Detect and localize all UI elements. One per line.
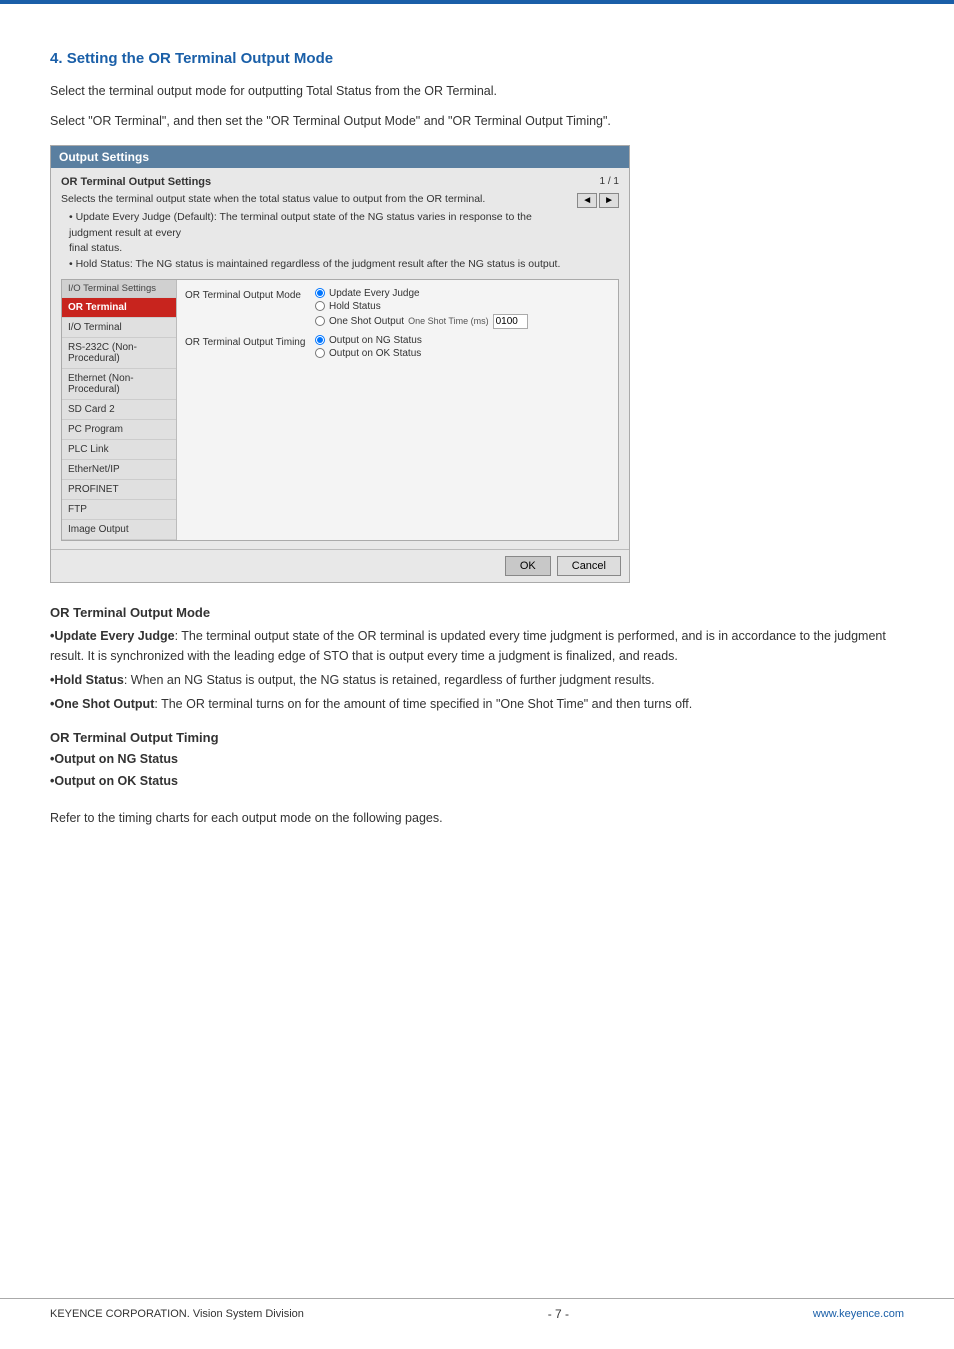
sidebar-item-rs232c[interactable]: RS-232C (Non-Procedural) (62, 338, 176, 369)
section-title: 4. Setting the OR Terminal Output Mode (50, 50, 904, 67)
timing-option-ng[interactable]: Output on NG Status (315, 335, 422, 346)
timing-label-ok: Output on OK Status (329, 348, 421, 359)
one-shot-input[interactable] (493, 314, 528, 329)
intro-text-1: Select the terminal output mode for outp… (50, 81, 904, 101)
dialog-header-left: OR Terminal Output Settings Selects the … (61, 176, 569, 273)
sidebar-item-sd-card[interactable]: SD Card 2 (62, 400, 176, 420)
mode-body-title: OR Terminal Output Mode (50, 605, 904, 620)
bullet-hold-bold: •Hold Status (50, 673, 124, 687)
next-page-button[interactable]: ► (599, 193, 619, 208)
timing-item-ok: •Output on OK Status (50, 771, 904, 792)
bullet-update-bold: •Update Every Judge (50, 629, 175, 643)
dialog-desc-bullet1b: final status. (61, 241, 569, 257)
one-shot-inline: One Shot Output One Shot Time (ms) (329, 314, 528, 329)
mode-label-oneshot: One Shot Output (329, 316, 404, 327)
timing-item-ng: •Output on NG Status (50, 749, 904, 770)
page-counter: 1 / 1 (600, 176, 619, 187)
bullet-oneshot-bold: •One Shot Output (50, 697, 154, 711)
bullet-oneshot-rest: : The OR terminal turns on for the amoun… (154, 697, 692, 711)
timing-radio-ng[interactable] (315, 335, 325, 345)
sidebar-item-io-terminal[interactable]: I/O Terminal (62, 318, 176, 338)
dialog-desc-bullet2: • Hold Status: The NG status is maintain… (61, 257, 569, 273)
mode-body-section: OR Terminal Output Mode •Update Every Ju… (50, 605, 904, 715)
timing-radio-ok[interactable] (315, 348, 325, 358)
ok-button[interactable]: OK (505, 556, 551, 576)
footer-center: - 7 - (548, 1307, 569, 1321)
dialog-desc-line1: Selects the terminal output state when t… (61, 192, 569, 208)
sidebar-item-ethernet[interactable]: Ethernet (Non-Procedural) (62, 369, 176, 400)
section-title-text: Setting the OR Terminal Output Mode (67, 50, 333, 67)
footer-right: www.keyence.com (813, 1308, 904, 1320)
dialog-title-bar: Output Settings (51, 146, 629, 168)
cancel-button[interactable]: Cancel (557, 556, 621, 576)
bullet-oneshot: •One Shot Output: The OR terminal turns … (50, 694, 904, 715)
mode-radio-oneshot[interactable] (315, 316, 325, 326)
dialog-body: OR Terminal Output Settings Selects the … (51, 168, 629, 549)
mode-option-update[interactable]: Update Every Judge (315, 288, 528, 299)
mode-radio-update[interactable] (315, 288, 325, 298)
dialog-header-right: 1 / 1 ◄ ► (569, 176, 619, 208)
top-bar (0, 0, 954, 4)
settings-panel: I/O Terminal Settings OR Terminal I/O Te… (61, 279, 619, 541)
mode-label: OR Terminal Output Mode (185, 288, 315, 301)
dialog-desc-bullet1: • Update Every Judge (Default): The term… (61, 210, 569, 242)
page: 4. Setting the OR Terminal Output Mode S… (0, 0, 954, 1349)
page-footer: KEYENCE CORPORATION. Vision System Divis… (0, 1298, 954, 1329)
settings-sidebar: I/O Terminal Settings OR Terminal I/O Te… (62, 280, 177, 540)
mode-setting-row: OR Terminal Output Mode Update Every Jud… (185, 288, 610, 329)
bullet-hold: •Hold Status: When an NG Status is outpu… (50, 670, 904, 691)
dialog-footer: OK Cancel (51, 549, 629, 582)
settings-content: OR Terminal Output Mode Update Every Jud… (177, 280, 618, 540)
sidebar-item-or-terminal[interactable]: OR Terminal (62, 298, 176, 318)
refer-text: Refer to the timing charts for each outp… (50, 808, 904, 829)
mode-label-update: Update Every Judge (329, 288, 420, 299)
timing-body-title: OR Terminal Output Timing (50, 730, 904, 745)
footer-left: KEYENCE CORPORATION. Vision System Divis… (50, 1308, 304, 1320)
dialog-subtitle: OR Terminal Output Settings (61, 176, 569, 188)
output-settings-dialog: Output Settings OR Terminal Output Setti… (50, 145, 630, 583)
timing-body-section: OR Terminal Output Timing •Output on NG … (50, 730, 904, 792)
sidebar-item-profinet[interactable]: PROFINET (62, 480, 176, 500)
mode-option-hold[interactable]: Hold Status (315, 301, 528, 312)
bullet-update: •Update Every Judge: The terminal output… (50, 626, 904, 667)
mode-option-oneshot[interactable]: One Shot Output One Shot Time (ms) (315, 314, 528, 329)
timing-options: Output on NG Status Output on OK Status (315, 335, 422, 359)
mode-radio-hold[interactable] (315, 301, 325, 311)
page-nav[interactable]: ◄ ► (577, 193, 619, 208)
sidebar-item-ftp[interactable]: FTP (62, 500, 176, 520)
bullet-update-rest: : The terminal output state of the OR te… (50, 629, 886, 664)
mode-options: Update Every Judge Hold Status One Sh (315, 288, 528, 329)
intro-text-2: Select "OR Terminal", and then set the "… (50, 111, 904, 131)
one-shot-time-label: One Shot Time (ms) (408, 316, 489, 326)
dialog-title: Output Settings (59, 150, 149, 164)
prev-page-button[interactable]: ◄ (577, 193, 597, 208)
timing-label: OR Terminal Output Timing (185, 335, 315, 348)
section-number: 4. (50, 50, 63, 67)
mode-label-hold: Hold Status (329, 301, 381, 312)
sidebar-subheader: I/O Terminal Settings (62, 280, 176, 298)
timing-setting-row: OR Terminal Output Timing Output on NG S… (185, 335, 610, 359)
bullet-hold-rest: : When an NG Status is output, the NG st… (124, 673, 655, 687)
dialog-header-area: OR Terminal Output Settings Selects the … (61, 176, 619, 273)
timing-option-ok[interactable]: Output on OK Status (315, 348, 422, 359)
sidebar-item-pc-program[interactable]: PC Program (62, 420, 176, 440)
sidebar-item-plc-link[interactable]: PLC Link (62, 440, 176, 460)
sidebar-item-image-output[interactable]: Image Output (62, 520, 176, 540)
sidebar-item-ethernetip[interactable]: EtherNet/IP (62, 460, 176, 480)
timing-label-ng: Output on NG Status (329, 335, 422, 346)
